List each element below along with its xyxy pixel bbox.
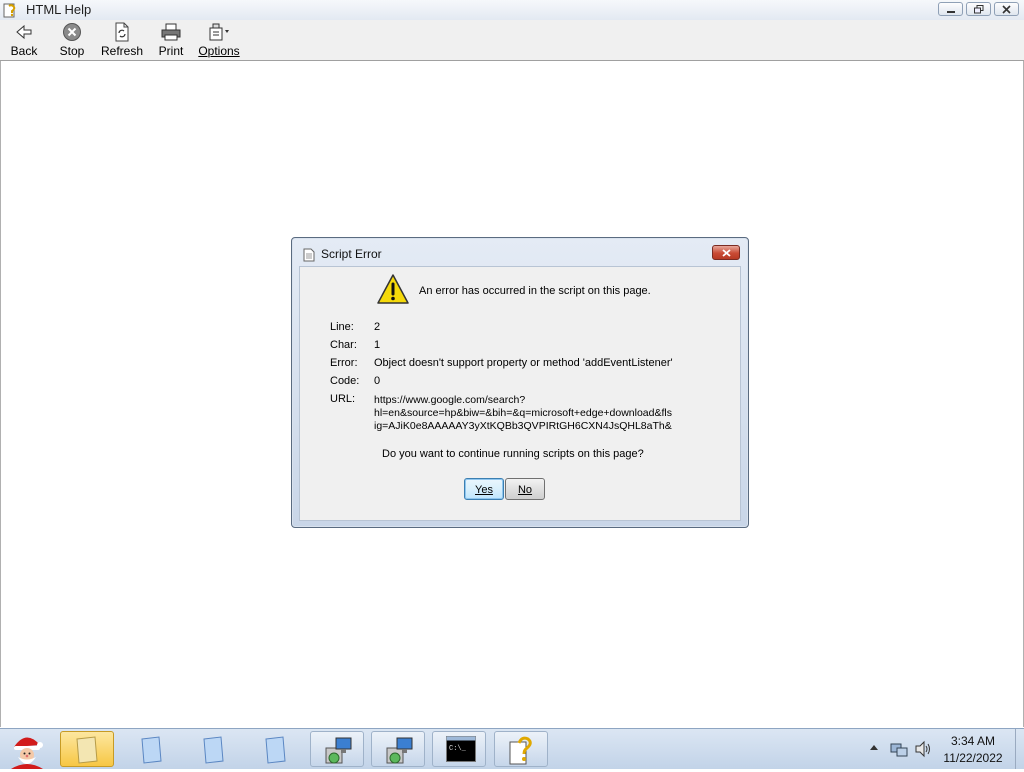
printer-icon bbox=[161, 23, 181, 41]
stop-icon bbox=[63, 23, 81, 41]
taskbar-item-network-setup-2[interactable] bbox=[371, 731, 425, 767]
show-hidden-icons-icon[interactable] bbox=[869, 743, 879, 751]
continue-question: Do you want to continue running scripts … bbox=[382, 448, 644, 460]
warning-icon bbox=[377, 274, 409, 304]
refresh-button[interactable]: Refresh bbox=[100, 22, 144, 58]
command-prompt-icon: C:\_ bbox=[446, 736, 476, 762]
dialog-body: An error has occurred in the script on t… bbox=[299, 266, 741, 521]
taskbar-item-folder[interactable] bbox=[60, 731, 114, 767]
line-value: 2 bbox=[374, 321, 381, 333]
char-value: 1 bbox=[374, 339, 381, 351]
options-icon bbox=[209, 23, 229, 41]
dialog-title: Script Error bbox=[321, 247, 382, 261]
window-title-bar[interactable]: HTML Help bbox=[0, 0, 1024, 21]
window-title: HTML Help bbox=[26, 2, 92, 17]
stop-button[interactable]: Stop bbox=[55, 22, 89, 58]
char-label: Char: bbox=[330, 339, 357, 351]
close-icon bbox=[722, 249, 731, 257]
error-value: Object doesn't support property or metho… bbox=[374, 357, 673, 369]
stop-label: Stop bbox=[59, 44, 85, 58]
volume-tray-icon[interactable] bbox=[914, 740, 932, 758]
url-line: https://www.google.com/search? bbox=[374, 394, 526, 406]
restore-icon bbox=[974, 5, 984, 14]
close-button[interactable] bbox=[994, 2, 1019, 16]
url-line: ig=AJiK0e8AAAAAY3yXtKQBb3QVPIRtGH6CXN4Js… bbox=[374, 420, 672, 432]
options-button[interactable]: Options bbox=[198, 22, 240, 58]
dialog-close-button[interactable] bbox=[712, 245, 740, 260]
window-icon bbox=[141, 736, 162, 764]
document-icon bbox=[303, 248, 315, 262]
taskbar-item-window-2[interactable] bbox=[186, 731, 240, 767]
window-icon bbox=[265, 736, 286, 764]
taskbar-item-window-3[interactable] bbox=[248, 731, 302, 767]
back-label: Back bbox=[10, 44, 38, 58]
taskbar-item-command-prompt[interactable]: C:\_ bbox=[432, 731, 486, 767]
no-button[interactable]: No bbox=[505, 478, 545, 500]
minimize-button[interactable] bbox=[938, 2, 963, 16]
clock-date: 11/22/2022 bbox=[943, 751, 1003, 765]
line-label: Line: bbox=[330, 321, 354, 333]
folder-icon bbox=[76, 736, 98, 764]
options-label: Options bbox=[198, 44, 240, 58]
code-value: 0 bbox=[374, 375, 381, 387]
refresh-icon bbox=[115, 22, 129, 42]
error-label: Error: bbox=[330, 357, 358, 369]
help-toolbar: Back Stop Refresh Print Options bbox=[0, 20, 1024, 61]
refresh-label: Refresh bbox=[100, 44, 144, 58]
url-label: URL: bbox=[330, 393, 356, 405]
script-error-dialog: Script Error An error has occurred in th… bbox=[291, 237, 749, 528]
url-line: hl=en&source=hp&biw=&bih=&q=microsoft+ed… bbox=[374, 407, 672, 419]
start-button[interactable] bbox=[6, 731, 48, 769]
back-arrow-icon bbox=[16, 24, 32, 40]
back-button[interactable]: Back bbox=[8, 22, 40, 58]
taskbar-item-html-help[interactable] bbox=[494, 731, 548, 767]
santa-start-icon bbox=[11, 737, 43, 769]
help-icon bbox=[509, 736, 532, 765]
print-label: Print bbox=[158, 44, 184, 58]
network-tray-icon[interactable] bbox=[890, 740, 908, 758]
close-icon bbox=[1002, 5, 1011, 14]
error-message: An error has occurred in the script on t… bbox=[419, 285, 651, 297]
show-desktop-button[interactable] bbox=[1015, 729, 1024, 769]
restore-button[interactable] bbox=[966, 2, 991, 16]
svg-text:C:\_: C:\_ bbox=[449, 745, 467, 753]
taskbar-item-window-1[interactable] bbox=[124, 731, 178, 767]
help-app-icon bbox=[3, 3, 16, 18]
print-button[interactable]: Print bbox=[155, 22, 187, 58]
taskbar: C:\_ 3:34 AM 11/22/2022 bbox=[0, 728, 1024, 769]
url-value: https://www.google.com/search? hl=en&sou… bbox=[374, 394, 672, 433]
network-setup-icon bbox=[325, 737, 352, 764]
network-setup-icon bbox=[386, 737, 413, 764]
yes-button[interactable]: Yes bbox=[464, 478, 504, 500]
clock-time: 3:34 AM bbox=[950, 734, 996, 748]
taskbar-item-network-setup-1[interactable] bbox=[310, 731, 364, 767]
code-label: Code: bbox=[330, 375, 360, 387]
window-icon bbox=[203, 736, 224, 764]
minimize-icon bbox=[947, 11, 955, 13]
